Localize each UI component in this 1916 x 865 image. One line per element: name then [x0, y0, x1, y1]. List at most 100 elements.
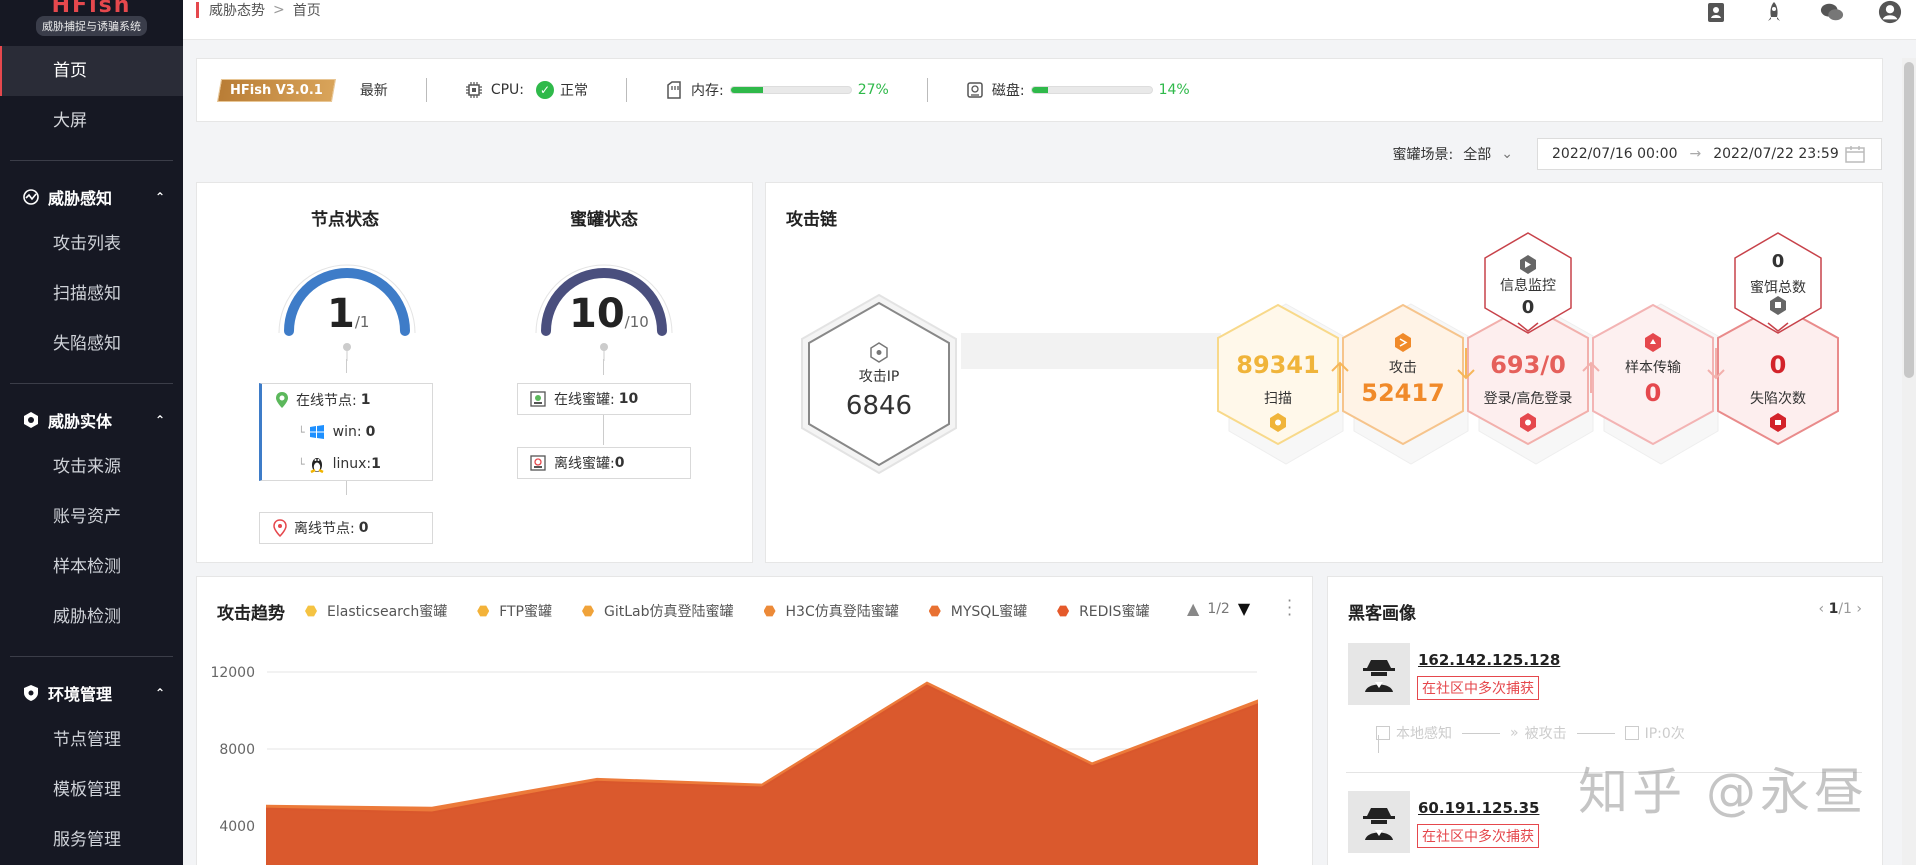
legend-item[interactable]: MYSQL蜜罐 [928, 601, 1028, 621]
y-tick-label: 8000 [219, 742, 255, 758]
filter-bar: 蜜罐场景: 全部 ⌄ 2022/07/16 00:00 → 2022/07/22… [1393, 138, 1882, 170]
wechat-icon[interactable] [1820, 0, 1844, 24]
honeypot-count-total: /10 [624, 313, 649, 331]
y-tick-label: 12000 [210, 665, 255, 681]
nav-item-bigscreen[interactable]: 大屏 [0, 96, 183, 146]
radar-icon [23, 189, 39, 205]
date-end[interactable]: 2022/07/22 23:59 [1713, 146, 1839, 162]
chevron-up-icon: ⌃ [154, 686, 165, 700]
date-start[interactable]: 2022/07/16 00:00 [1552, 146, 1678, 162]
bait-value[interactable]: 0 [1728, 251, 1828, 272]
scrollbar-thumb[interactable] [1904, 62, 1914, 378]
sample-value[interactable]: 0 [1593, 379, 1713, 407]
nav-item-home[interactable]: 首页 [0, 46, 183, 96]
disk-label: 磁盘: [991, 83, 1025, 99]
cpu-label: CPU: [490, 82, 524, 98]
legend-label: MYSQL蜜罐 [950, 604, 1028, 620]
hacker-ip[interactable]: 162.142.125.128 [1418, 651, 1560, 669]
user-card-icon[interactable] [1704, 0, 1728, 24]
legend-pager: ▲ 1/2 ▼ [1187, 599, 1250, 618]
more-vertical-icon[interactable]: · · · [1287, 593, 1292, 623]
scrollbar-track[interactable] [1902, 58, 1916, 865]
triangle-up-icon[interactable]: ▲ [1187, 599, 1199, 618]
y-tick-label: 4000 [219, 819, 255, 835]
hacker-page: 1 [1828, 601, 1839, 617]
disk-icon [967, 82, 983, 98]
nav-item-scan-perception[interactable]: 扫描感知 [0, 269, 183, 319]
honeypot-online-icon [530, 391, 546, 407]
chart-legend: Elasticsearch蜜罐 FTP蜜罐 GitLab仿真登陆蜜罐 H3C仿真… [305, 601, 1179, 621]
honeypot-count: 10/10 [569, 291, 649, 337]
nav-group-env-manage[interactable]: 环境管理 ⌃ [0, 671, 183, 715]
breadcrumb-current: 首页 [292, 3, 321, 19]
nav-item-template-manage[interactable]: 模板管理 [0, 765, 183, 815]
hacker-tag: 在社区中多次捕获 [1417, 676, 1539, 700]
fall-value[interactable]: 0 [1718, 351, 1838, 379]
nav-group-threat-perception[interactable]: 威胁感知 ⌃ [0, 175, 183, 219]
breadcrumb-parent[interactable]: 威胁态势 [209, 0, 265, 20]
online-node-row: 在线节点: 1 [262, 384, 432, 416]
top-icons [1704, 0, 1902, 24]
nav-item-node-manage[interactable]: 节点管理 [0, 715, 183, 765]
logo-title: HFish [51, 0, 132, 14]
linux-icon [310, 458, 324, 473]
nav-group-label: 威胁实体 [48, 412, 113, 431]
node-status-title: 节点状态 [311, 210, 379, 230]
nav-item-threat-detect[interactable]: 威胁检测 [0, 592, 183, 642]
chevron-down-icon[interactable]: ⌄ [1501, 146, 1513, 162]
chevron-left-icon[interactable]: ‹ [1819, 601, 1825, 617]
attack-trend-chart: 12000 8000 4000 [210, 665, 1258, 865]
nav-item-attack-source[interactable]: 攻击来源 [0, 442, 183, 492]
hacker-tag: 在社区中多次捕获 [1417, 824, 1539, 848]
nav-group-label: 环境管理 [48, 685, 113, 704]
legend-label: GitLab仿真登陆蜜罐 [604, 604, 734, 620]
nav-group-label: 威胁感知 [48, 189, 113, 208]
hacker-page-total: /1 [1838, 601, 1852, 617]
version-state: 最新 [359, 83, 388, 99]
nav-item-account-assets[interactable]: 账号资产 [0, 492, 183, 542]
divider [926, 78, 928, 102]
nav-item-service-manage[interactable]: 服务管理 [0, 815, 183, 865]
rocket-icon[interactable] [1762, 0, 1786, 24]
cpu-state: 正常 [560, 83, 588, 99]
avatar-icon[interactable] [1878, 0, 1902, 24]
scan-value[interactable]: 89341 [1218, 351, 1338, 379]
scene-select[interactable]: 全部 [1463, 144, 1491, 164]
login-value[interactable]: 693/0 [1468, 351, 1588, 379]
date-range-picker[interactable]: 2022/07/16 00:00 → 2022/07/22 23:59 [1537, 138, 1882, 170]
attack-chain-card: 攻击链 攻击IP 6846 89341 扫描 攻击 52417 693/0 登录… [765, 182, 1883, 563]
legend-item[interactable]: Elasticsearch蜜罐 [305, 601, 447, 621]
hacker-flow: 本地感知 » 被攻击 IP:0次 [1376, 723, 1685, 743]
calendar-icon[interactable] [1844, 145, 1865, 163]
triangle-down-icon[interactable]: ▼ [1238, 599, 1250, 618]
attack-ip-label: 攻击IP [858, 369, 900, 385]
legend-item[interactable]: FTP蜜罐 [477, 601, 552, 621]
memory-progress-fill [730, 87, 764, 93]
monitor-value[interactable]: 0 [1478, 297, 1578, 318]
nav-item-attack-list[interactable]: 攻击列表 [0, 219, 183, 269]
system-status-bar: HFish V3.0.1 最新 CPU: ✓ 正常 内存: 27% 磁盘: 14… [196, 58, 1883, 122]
nav-item-sample-detect[interactable]: 样本检测 [0, 542, 183, 592]
nav-item-fall-perception[interactable]: 失陷感知 [0, 319, 183, 369]
attack-ip-value[interactable]: 6846 [819, 391, 939, 421]
legend-page: 1/2 [1207, 600, 1230, 617]
disk-progress [1030, 86, 1153, 94]
node-count-total: /1 [354, 313, 370, 331]
attack-trend-title: 攻击趋势 [217, 604, 285, 624]
attack-trend-card: 攻击趋势 Elasticsearch蜜罐 FTP蜜罐 GitLab仿真登陆蜜罐 … [196, 576, 1313, 865]
series-area[interactable] [266, 684, 1258, 865]
legend-item[interactable]: REDIS蜜罐 [1057, 601, 1149, 621]
legend-item[interactable]: H3C仿真登陆蜜罐 [763, 601, 899, 621]
flow-connector [1576, 732, 1615, 734]
attack-value[interactable]: 52417 [1343, 379, 1463, 407]
chevron-up-icon: ⌃ [154, 413, 165, 427]
legend-marker [1057, 605, 1070, 617]
legend-item[interactable]: GitLab仿真登陆蜜罐 [582, 601, 734, 621]
cpu-icon [465, 82, 482, 98]
chevron-right-icon[interactable]: › [1856, 601, 1862, 617]
legend-label: FTP蜜罐 [499, 604, 553, 620]
hacker-ip[interactable]: 60.191.125.35 [1418, 799, 1539, 817]
logo: HFish 威胁捕捉与诱骗系统 [0, 0, 183, 40]
watermark: 知乎 @永昼 [1578, 763, 1868, 821]
nav-group-threat-entity[interactable]: 威胁实体 ⌃ [0, 398, 183, 442]
